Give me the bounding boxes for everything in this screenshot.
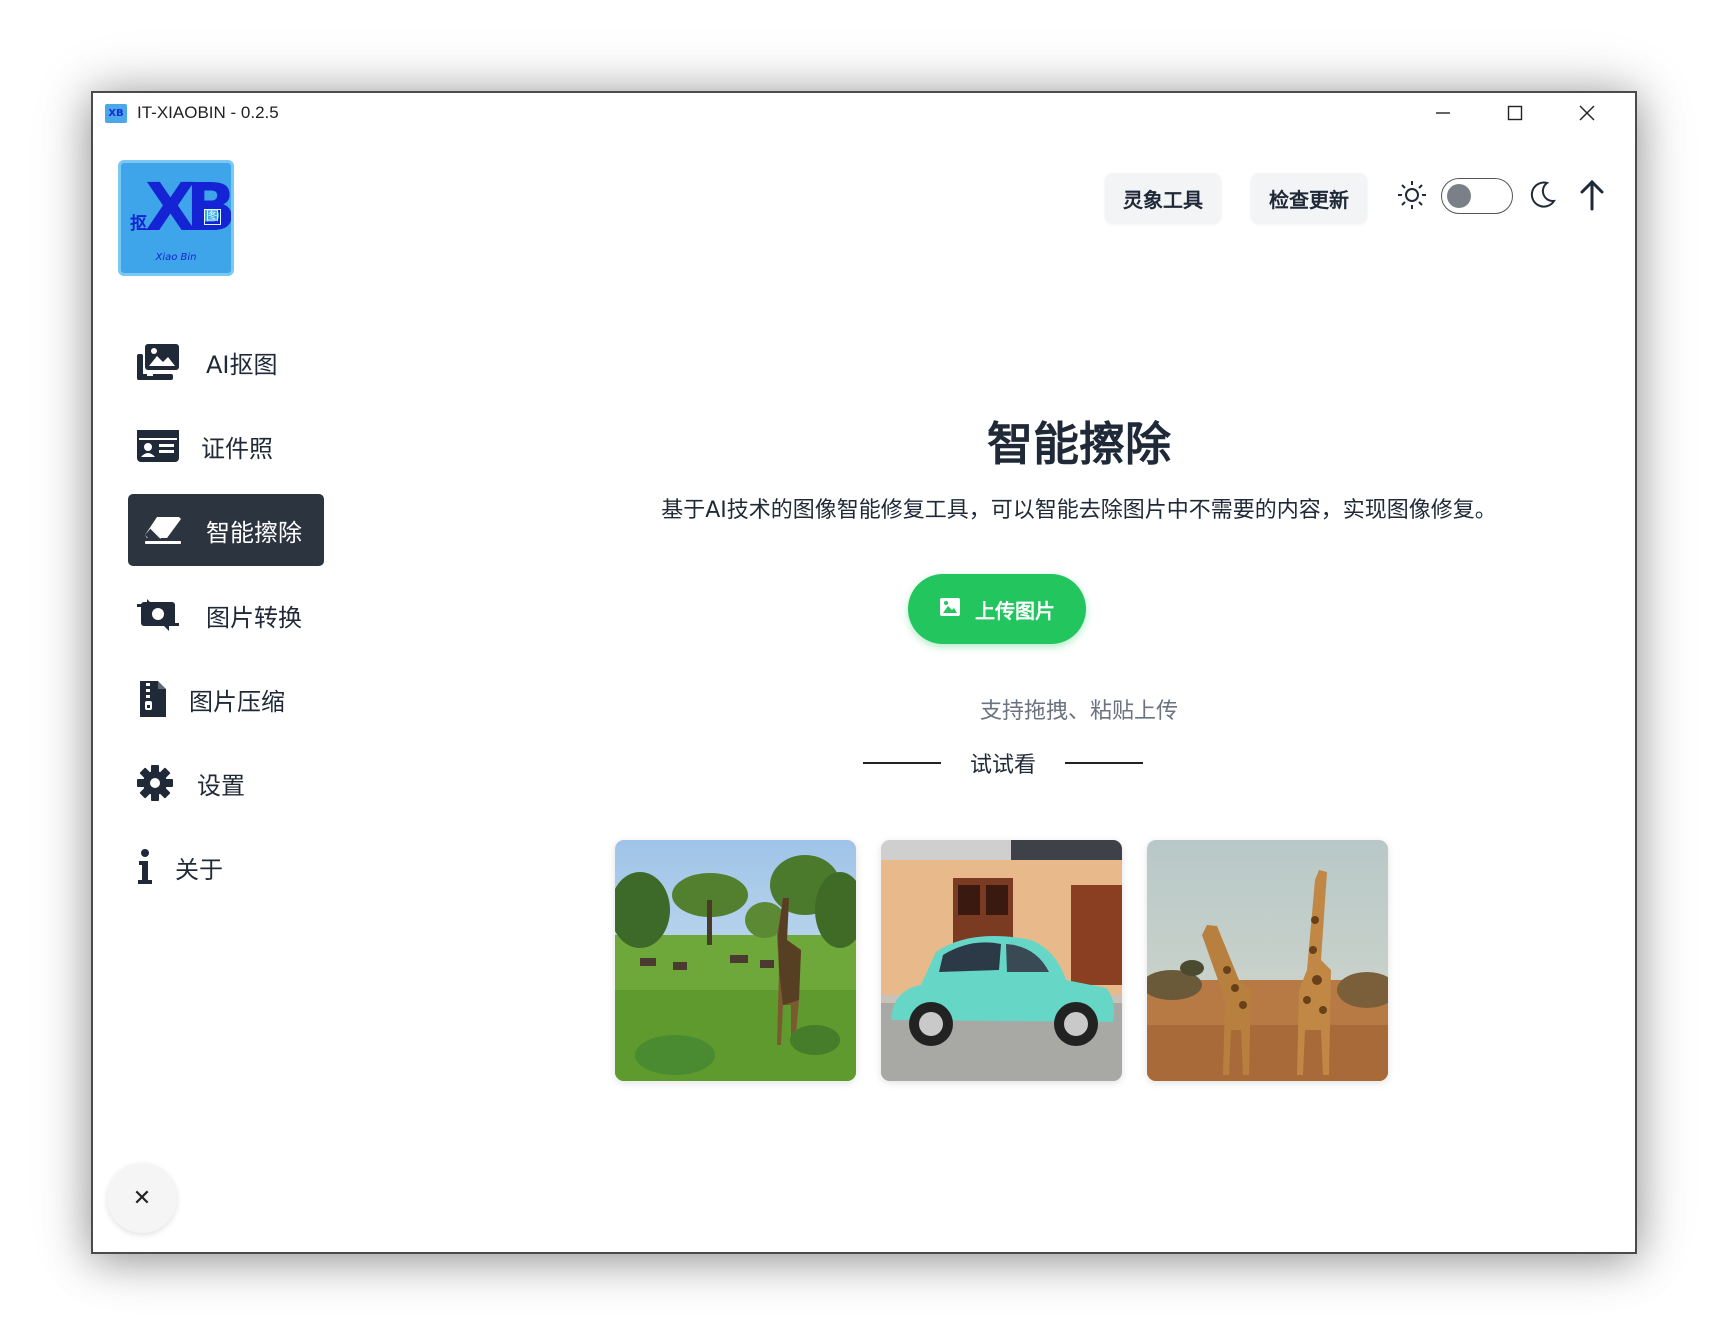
sidebar-item-label: 设置 bbox=[197, 771, 245, 800]
sidebar-item-label: 图片转换 bbox=[206, 603, 302, 632]
maximize-icon bbox=[1507, 105, 1523, 121]
image-icon bbox=[939, 597, 961, 622]
close-icon: ✕ bbox=[132, 1185, 152, 1211]
close-icon bbox=[1579, 105, 1595, 121]
id-card-icon bbox=[133, 429, 183, 463]
sidebar-item-settings[interactable]: 设置 bbox=[128, 747, 324, 819]
sidebar-item-label: 关于 bbox=[175, 855, 223, 884]
sidebar-item-id-photo[interactable]: 证件照 bbox=[128, 410, 324, 482]
divider-line-left bbox=[863, 762, 941, 764]
sun-icon bbox=[1396, 179, 1428, 215]
arrow-up-icon[interactable] bbox=[1577, 178, 1607, 216]
theme-toggle[interactable] bbox=[1441, 178, 1513, 214]
page-title: 智能擦除 bbox=[987, 417, 1171, 471]
upload-image-button[interactable]: 上传图片 bbox=[908, 574, 1086, 644]
eraser-icon bbox=[138, 514, 188, 546]
sidebar-item-label: 证件照 bbox=[201, 434, 273, 463]
app-icon: XB bbox=[105, 104, 127, 123]
check-update-button[interactable]: 检查更新 bbox=[1251, 173, 1367, 223]
money-bill-transfer-icon bbox=[133, 596, 183, 634]
try-divider: 试试看 bbox=[863, 748, 1143, 778]
lingxiang-tools-button[interactable]: 灵象工具 bbox=[1105, 173, 1221, 223]
gear-icon bbox=[133, 764, 177, 802]
sidebar-item-image-convert[interactable]: 图片转换 bbox=[128, 579, 324, 651]
upload-label: 上传图片 bbox=[975, 598, 1055, 623]
sample-image-two-giraffes[interactable] bbox=[1147, 840, 1388, 1081]
title-bar: XB IT-XIAOBIN - 0.2.5 bbox=[93, 93, 1635, 133]
info-icon bbox=[133, 848, 157, 886]
app-logo: 抠 XB 图 Xiao Bin bbox=[118, 160, 234, 276]
sample-image-turquoise-car[interactable] bbox=[881, 840, 1122, 1081]
logo-right-char: 图 bbox=[204, 209, 222, 225]
sidebar-item-label: 图片压缩 bbox=[189, 687, 285, 716]
sidebar-item-about[interactable]: 关于 bbox=[128, 831, 324, 903]
images-icon bbox=[133, 342, 183, 382]
sidebar-item-ai-matting[interactable]: AI抠图 bbox=[128, 326, 324, 398]
sidebar-item-label: AI抠图 bbox=[206, 350, 278, 379]
sidebar-item-label: 智能擦除 bbox=[206, 518, 302, 547]
toggle-knob bbox=[1447, 184, 1471, 208]
logo-main-text: XB bbox=[145, 169, 231, 246]
maximize-button[interactable] bbox=[1495, 99, 1535, 127]
sample-image-giraffe-savanna[interactable] bbox=[615, 840, 856, 1081]
app-window: XB IT-XIAOBIN - 0.2.5 抠 XB 图 Xiao Bin AI… bbox=[91, 91, 1637, 1254]
logo-subtitle: Xiao Bin bbox=[155, 252, 197, 263]
close-window-button[interactable] bbox=[1567, 99, 1607, 127]
sidebar-item-smart-erase[interactable]: 智能擦除 bbox=[128, 494, 324, 566]
upload-hint: 支持拖拽、粘贴上传 bbox=[979, 699, 1178, 724]
moon-icon bbox=[1527, 179, 1557, 215]
try-label: 试试看 bbox=[969, 753, 1036, 778]
minimize-icon bbox=[1436, 112, 1450, 114]
sidebar-item-image-compress[interactable]: 图片压缩 bbox=[128, 663, 324, 735]
page-description: 基于AI技术的图像智能修复工具，可以智能去除图片中不需要的内容，实现图像修复。 bbox=[661, 498, 1497, 523]
file-zipper-icon bbox=[133, 679, 173, 719]
floating-close-button[interactable]: ✕ bbox=[107, 1163, 177, 1233]
minimize-button[interactable] bbox=[1423, 99, 1463, 127]
divider-line-right bbox=[1064, 762, 1143, 764]
window-title: IT-XIAOBIN - 0.2.5 bbox=[137, 103, 279, 122]
